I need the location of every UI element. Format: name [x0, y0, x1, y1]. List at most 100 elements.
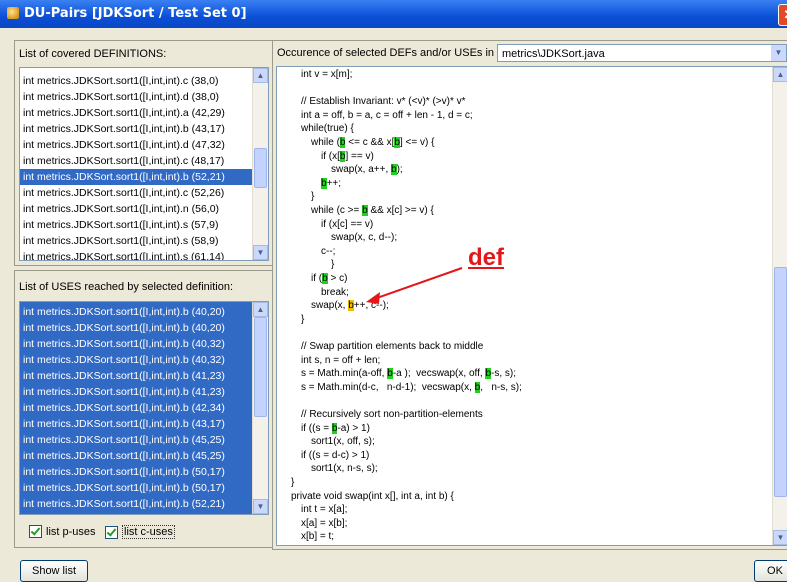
- use-item[interactable]: int metrics.JDKSort.sort1([I,int,int).b …: [20, 416, 253, 432]
- code-line: b++;: [321, 177, 342, 189]
- uses-scrollbar[interactable]: ▲ ▼: [252, 302, 268, 514]
- code-line: if ((s = b-a) > 1): [301, 422, 370, 434]
- scroll-up-icon[interactable]: ▲: [773, 67, 787, 82]
- code-token: swap(x, c, d--);: [331, 232, 398, 244]
- code-token: int s, n = off + len;: [301, 354, 381, 366]
- code-line: x[b] = t;: [301, 531, 334, 542]
- definition-item[interactable]: int metrics.JDKSort.sort1([I,int,int).b …: [20, 169, 253, 185]
- c-uses-label: list c-uses: [122, 525, 175, 539]
- code-line: int v = x[m];: [301, 69, 352, 80]
- use-item[interactable]: int metrics.JDKSort.sort1([I,int,int).b …: [20, 496, 253, 512]
- use-item[interactable]: int metrics.JDKSort.sort1([I,int,int).b …: [20, 368, 253, 384]
- use-item[interactable]: int metrics.JDKSort.sort1([I,int,int).b …: [20, 400, 253, 416]
- definition-item[interactable]: int metrics.JDKSort.sort1([I,int,int).c …: [20, 153, 253, 169]
- p-uses-checkbox[interactable]: list p-uses: [29, 525, 96, 538]
- scroll-thumb[interactable]: [774, 267, 787, 497]
- code-line: swap(x, c, d--);: [331, 232, 397, 243]
- code-line: break;: [321, 287, 349, 298]
- scroll-down-icon[interactable]: ▼: [253, 499, 268, 514]
- file-label: Occurence of selected DEFs and/or USEs i…: [277, 47, 515, 59]
- code-line: }: [331, 259, 334, 270]
- code-token: if (x[c] == v): [321, 218, 374, 230]
- code-token: }: [301, 313, 305, 325]
- code-token: if ((s =: [301, 422, 332, 434]
- scroll-down-icon[interactable]: ▼: [253, 245, 268, 260]
- code-line: int s, n = off + len;: [301, 355, 380, 366]
- source-code-view[interactable]: int v = x[m]; // Establish Invariant: v* …: [276, 66, 787, 546]
- code-token: // Establish Invariant: v* (<v)* (>v)* v…: [301, 96, 466, 108]
- definitions-scrollbar[interactable]: ▲ ▼: [252, 68, 268, 260]
- code-scrollbar[interactable]: ▲ ▼: [772, 67, 787, 545]
- code-token: -a) > 1): [337, 422, 370, 434]
- checkbox-checked-icon[interactable]: [105, 525, 118, 539]
- code-token: -s, s);: [491, 368, 516, 380]
- code-token: && x[c] >= v) {: [367, 205, 434, 216]
- definition-item[interactable]: int metrics.JDKSort.sort1([I,int,int).n …: [20, 201, 253, 217]
- ok-button[interactable]: OK: [754, 560, 787, 582]
- code-token: int a = off, b = a, c = off + len - 1, d…: [301, 109, 473, 121]
- use-item[interactable]: int metrics.JDKSort.sort1([I,int,int).b …: [20, 448, 253, 464]
- app-icon: [7, 7, 19, 19]
- code-token: int v = x[m];: [301, 69, 353, 80]
- scroll-down-icon[interactable]: ▼: [773, 530, 787, 545]
- code-token: > c): [327, 273, 348, 284]
- definition-item[interactable]: int metrics.JDKSort.sort1([I,int,int).d …: [20, 89, 253, 105]
- code-line: while (c >= b && x[c] >= v) {: [311, 205, 434, 216]
- use-item[interactable]: int metrics.JDKSort.sort1([I,int,int).b …: [20, 352, 253, 368]
- definition-item[interactable]: int metrics.JDKSort.sort1([I,int,int).b …: [20, 121, 253, 137]
- code-line: if (x[c] == v): [321, 219, 373, 230]
- code-line: private void swap(int x[], int a, int b)…: [291, 491, 454, 502]
- checkbox-checked-icon[interactable]: [29, 525, 42, 538]
- uses-list[interactable]: int metrics.JDKSort.sort1([I,int,int).b …: [19, 301, 269, 515]
- scroll-thumb[interactable]: [254, 148, 267, 188]
- uses-panel: List of USES reached by selected definit…: [14, 270, 274, 548]
- definition-item[interactable]: int metrics.JDKSort.sort1([I,int,int).c …: [20, 73, 253, 89]
- def-annotation-arrow: [366, 267, 463, 304]
- use-item[interactable]: int metrics.JDKSort.sort1([I,int,int).b …: [20, 320, 253, 336]
- scroll-up-icon[interactable]: ▲: [253, 302, 268, 317]
- code-line: int a = off, b = a, c = off + len - 1, d…: [301, 110, 473, 121]
- definition-item[interactable]: int metrics.JDKSort.sort1([I,int,int).s …: [20, 249, 253, 260]
- code-line: if (x[b] == v): [321, 150, 374, 162]
- use-item[interactable]: int metrics.JDKSort.sort1([I,int,int).b …: [20, 304, 253, 320]
- file-select-value: metrics\JDKSort.java: [502, 48, 605, 60]
- code-token: ] == v): [345, 150, 374, 162]
- use-item[interactable]: int metrics.JDKSort.sort1([I,int,int).b …: [20, 480, 253, 496]
- code-line: s = Math.min(a-off, b-a ); vecswap(x, of…: [301, 368, 516, 380]
- file-select[interactable]: metrics\JDKSort.java ▼: [497, 44, 787, 62]
- code-token: }: [311, 191, 315, 203]
- code-token: ++;: [326, 177, 342, 189]
- code-token: private void swap(int x[], int a, int b)…: [291, 490, 454, 502]
- code-token: // Recursively sort non-partition-elemen…: [301, 409, 483, 420]
- use-item[interactable]: int metrics.JDKSort.sort1([I,int,int).b …: [20, 432, 253, 448]
- code-token: // Swap partition elements back to middl…: [301, 341, 484, 352]
- chevron-down-icon[interactable]: ▼: [771, 45, 786, 61]
- scroll-thumb[interactable]: [254, 317, 267, 417]
- use-item[interactable]: int metrics.JDKSort.sort1([I,int,int).b …: [20, 384, 253, 400]
- code-token: ] <= v) {: [399, 137, 435, 148]
- use-item[interactable]: int metrics.JDKSort.sort1([I,int,int).b …: [20, 464, 253, 480]
- close-button[interactable]: ✕: [778, 4, 787, 26]
- c-uses-checkbox[interactable]: list c-uses: [105, 525, 175, 539]
- definitions-list[interactable]: int metrics.JDKSort.sort1([I,int,int).c …: [19, 67, 269, 261]
- definition-item[interactable]: int metrics.JDKSort.sort1([I,int,int).a …: [20, 105, 253, 121]
- code-line: }: [301, 314, 304, 325]
- code-line: while (b <= c && x[b] <= v) {: [311, 137, 434, 148]
- code-token: x[b] = t;: [301, 531, 335, 543]
- code-line: // Establish Invariant: v* (<v)* (>v)* v…: [301, 96, 466, 107]
- code-token: int t = x[a];: [301, 504, 348, 516]
- definition-item[interactable]: int metrics.JDKSort.sort1([I,int,int).d …: [20, 137, 253, 153]
- definition-item[interactable]: int metrics.JDKSort.sort1([I,int,int).c …: [20, 185, 253, 201]
- code-line: }: [291, 477, 294, 488]
- code-token: , n-s, s);: [480, 381, 522, 393]
- code-token: s = Math.min(a-off,: [301, 368, 388, 380]
- definition-item[interactable]: int metrics.JDKSort.sort1([I,int,int).s …: [20, 217, 253, 233]
- definition-item[interactable]: int metrics.JDKSort.sort1([I,int,int).s …: [20, 233, 253, 249]
- show-list-button[interactable]: Show list: [20, 560, 88, 582]
- scroll-up-icon[interactable]: ▲: [253, 68, 268, 83]
- code-token: while(true) {: [301, 123, 354, 135]
- code-token: swap(x,: [311, 300, 349, 312]
- code-token: s = Math.min(d-c, n-d-1); vecswap(x,: [301, 381, 475, 393]
- use-item[interactable]: int metrics.JDKSort.sort1([I,int,int).b …: [20, 512, 253, 514]
- use-item[interactable]: int metrics.JDKSort.sort1([I,int,int).b …: [20, 336, 253, 352]
